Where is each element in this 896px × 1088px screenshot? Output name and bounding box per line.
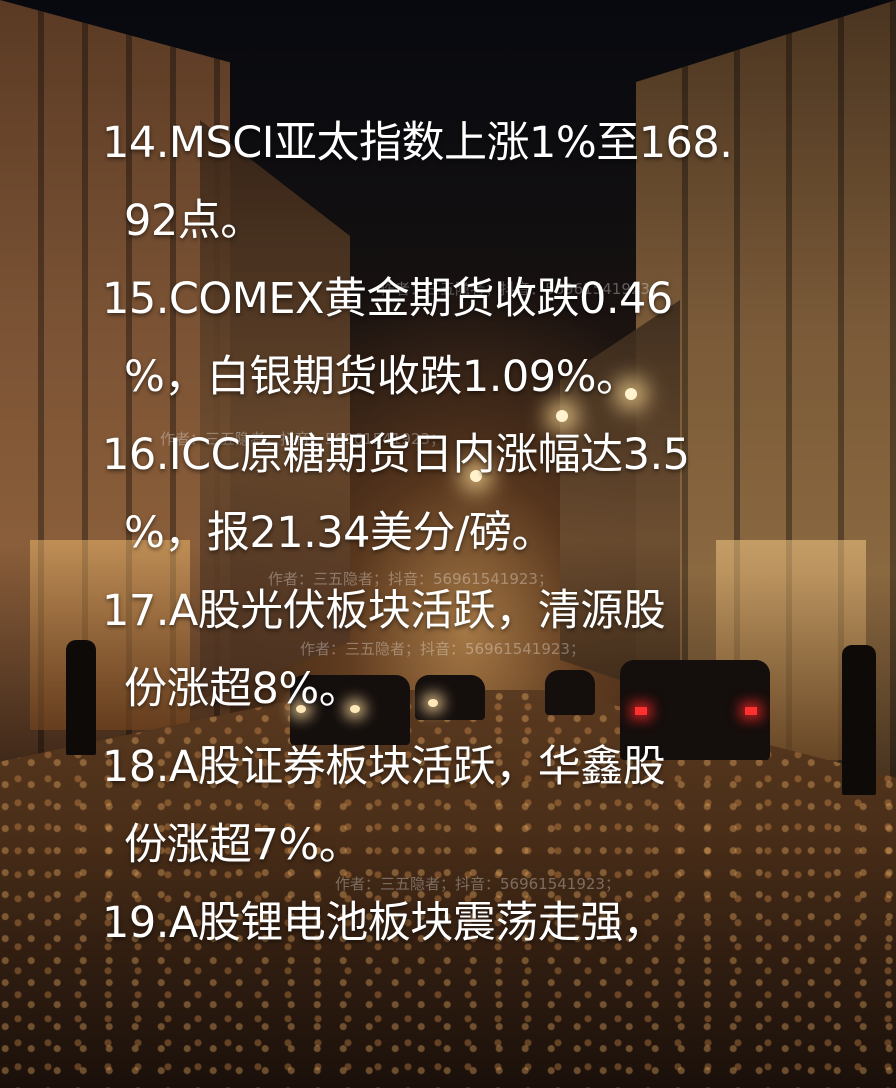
news-line: 14.MSCI亚太指数上涨1%至168. [102, 118, 733, 168]
pedestrian [842, 645, 876, 795]
news-line: 16.ICC原糖期货日内涨幅达3.5 [102, 430, 690, 480]
news-line: 18.A股证券板块活跃，华鑫股 [102, 742, 666, 792]
pedestrian [66, 640, 96, 755]
news-list: 14.MSCI亚太指数上涨1%至168. 92点。 15.COMEX黄金期货收跌… [102, 104, 802, 962]
news-line: 份涨超8%。 [124, 664, 362, 714]
news-line: 19.A股锂电池板块震荡走强， [102, 898, 666, 948]
street-night-background: 作者：三五隐者；抖音：56961541923； 作者：三五隐者；抖音：56961… [0, 0, 896, 1088]
news-line: 17.A股光伏板块活跃，清源股 [102, 586, 666, 636]
news-line: %，白银期货收跌1.09%。 [124, 352, 639, 402]
news-line: 15.COMEX黄金期货收跌0.46 [102, 274, 673, 324]
news-line: 份涨超7%。 [124, 820, 362, 870]
news-line: %，报21.34美分/磅。 [124, 508, 554, 558]
news-line: 92点。 [124, 196, 263, 246]
